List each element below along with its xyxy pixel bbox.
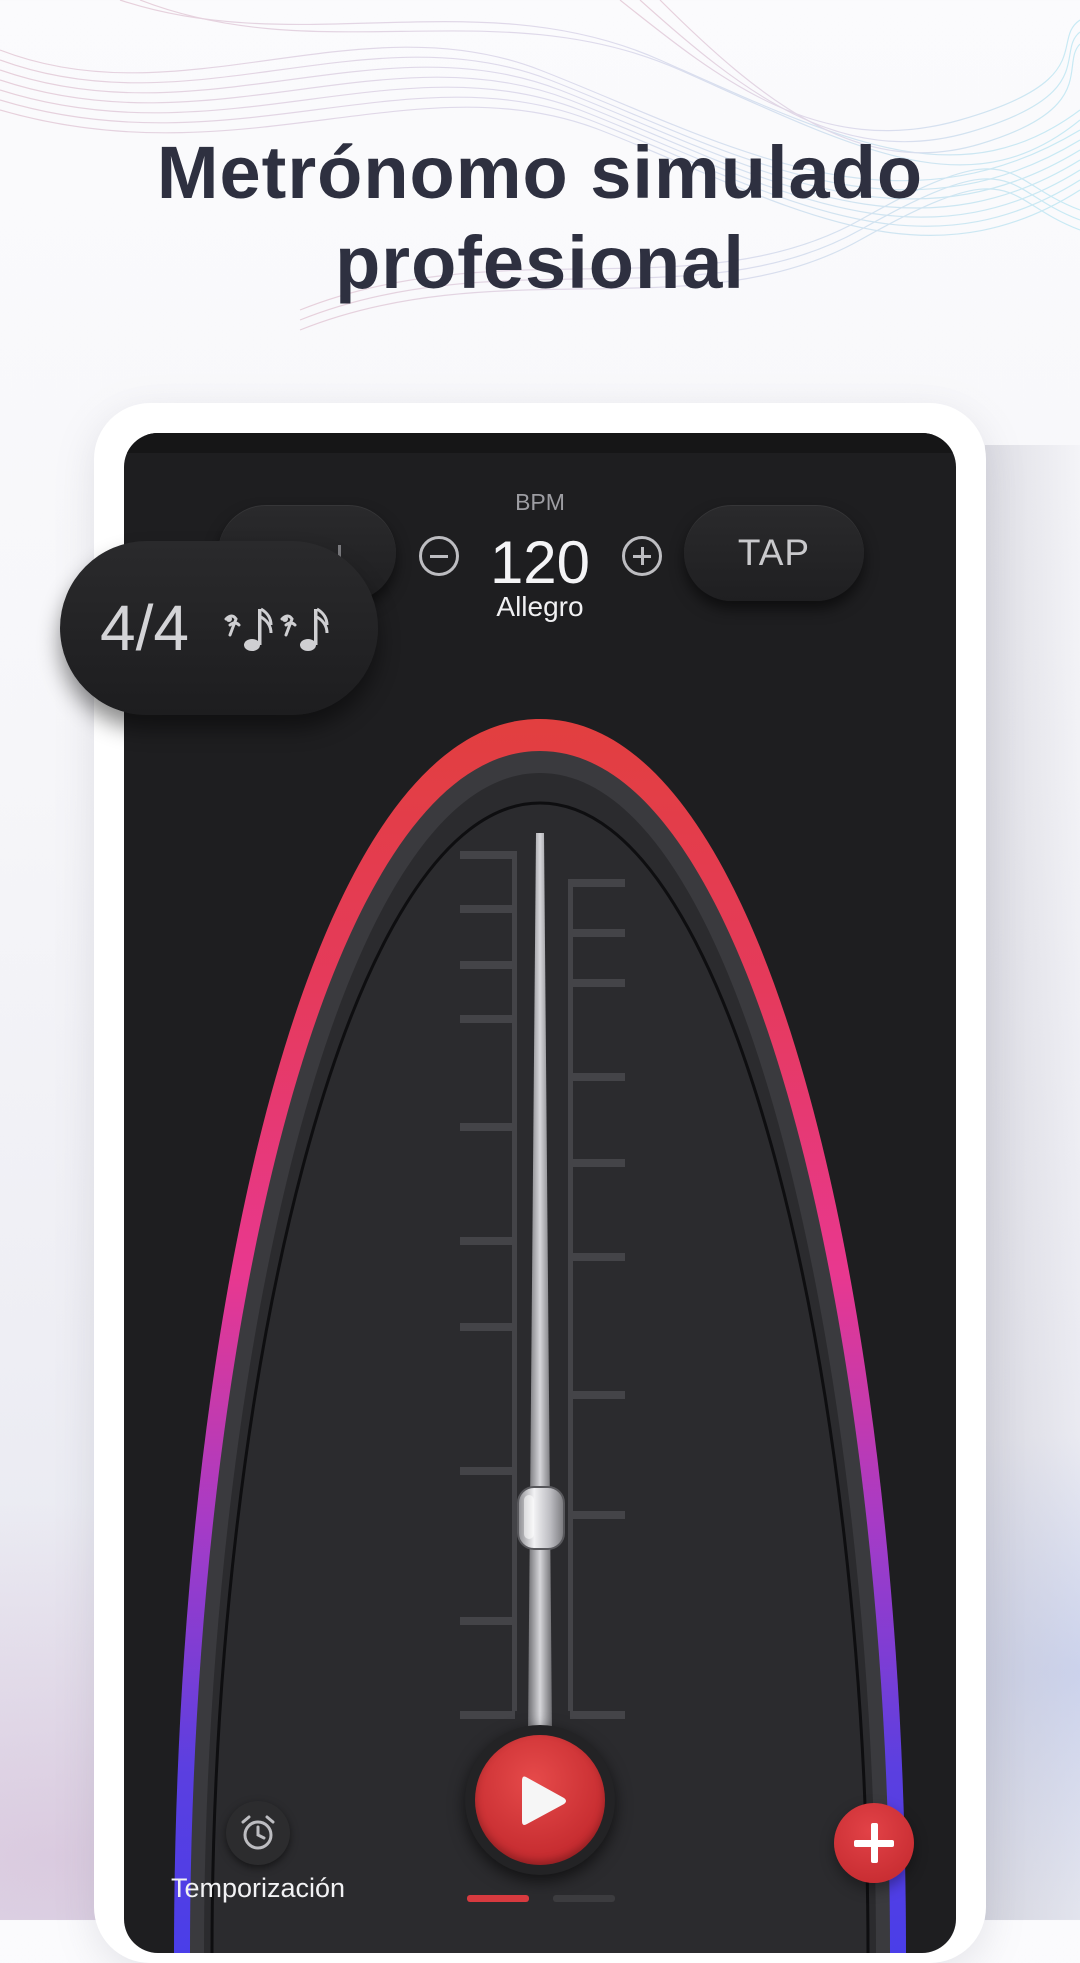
headline-line-2: profesional [335,221,745,304]
timer-label[interactable]: Temporización [152,1873,364,1904]
time-signature-button[interactable]: 4/4 [60,541,378,715]
bpm-value[interactable]: 120 [450,527,630,599]
bpm-label: BPM [515,489,565,515]
page-indicator-active [467,1895,529,1902]
alarm-clock-icon [241,1815,275,1850]
pendulum-weight [517,1486,565,1550]
tempo-name: Allegro [496,591,584,622]
play-icon [522,1776,566,1825]
time-signature-label: 4/4 [100,592,189,664]
add-button[interactable] [834,1803,914,1883]
timer-button[interactable] [226,1801,290,1865]
play-button[interactable] [475,1735,605,1865]
headline-line-1: Metrónomo simulado [156,131,924,214]
page-indicator-inactive [553,1895,615,1902]
page-headline: Metrónomo simulado profesional [0,128,1080,308]
rest-and-sixteenth-notes-icon [224,607,329,651]
tap-label: TAP [737,532,811,573]
phone-side-shadow [985,445,1080,1920]
tap-tempo-button[interactable]: TAP [684,505,864,601]
plus-circle-icon[interactable] [622,536,662,576]
